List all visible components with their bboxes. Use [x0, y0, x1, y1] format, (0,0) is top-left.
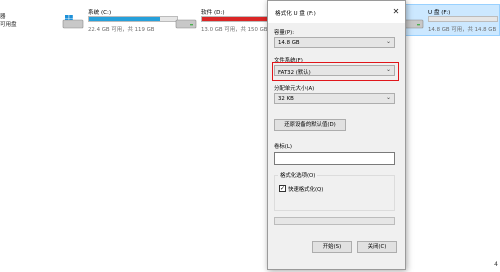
quick-format-checkbox[interactable]: ✓: [279, 185, 286, 192]
filesystem-value: FAT32 (默认): [278, 70, 311, 76]
close-icon[interactable]: ✕: [391, 7, 401, 17]
quick-format-label[interactable]: 快速格式化(Q): [288, 185, 323, 193]
chevron-down-icon: ⌄: [385, 38, 391, 45]
drive-windows-icon: [62, 15, 84, 29]
drive-f[interactable]: U 盘 (F:) 14.8 GB 可用，共 14.8 GB: [402, 8, 500, 36]
left-partial-labels: 器 可用盘: [0, 13, 17, 29]
filesystem-select[interactable]: FAT32 (默认) ⌄: [274, 65, 395, 76]
drive-c-space: 22.4 GB 可用，共 119 GB: [88, 27, 155, 33]
capacity-select[interactable]: 14.8 GB ⌄: [274, 37, 395, 48]
alloc-unit-value: 32 KB: [278, 96, 294, 102]
drive-d[interactable]: 软件 (D:) 13.0 GB 可用，共 150 GB: [175, 8, 291, 36]
format-options-label: 格式化选项(O): [278, 171, 318, 179]
close-button[interactable]: 关闭(C): [357, 241, 397, 253]
checkmark-icon: ✓: [280, 185, 286, 192]
drive-f-space: 14.8 GB 可用，共 14.8 GB: [428, 27, 497, 33]
chevron-down-icon: ⌄: [385, 94, 391, 101]
format-progress-bar: [274, 217, 395, 225]
drive-c-usage-bar: [88, 16, 178, 22]
drive-icon: [175, 19, 197, 29]
chevron-down-icon: ⌄: [385, 66, 391, 73]
drive-c-usage-fill: [89, 17, 161, 21]
dialog-titlebar[interactable]: 格式化 U 盘 (F:) ✕: [268, 1, 405, 23]
volume-label-input[interactable]: [274, 152, 395, 165]
drive-f-name: U 盘 (F:): [428, 10, 451, 16]
format-dialog: 格式化 U 盘 (F:) ✕ 容量(P): 14.8 GB ⌄ 文件系统(F) …: [267, 0, 406, 270]
dialog-title: 格式化 U 盘 (F:): [275, 11, 316, 17]
capacity-value: 14.8 GB: [278, 40, 300, 46]
start-button[interactable]: 开始(S): [312, 241, 352, 253]
format-options-group: [274, 175, 395, 211]
alloc-unit-label: 分配单元大小(A): [274, 86, 315, 92]
drive-f-usage-bar: [428, 16, 498, 22]
drive-c-name: 系统 (C:): [88, 10, 112, 16]
drive-d-space: 13.0 GB 可用，共 150 GB: [201, 27, 268, 33]
alloc-unit-select[interactable]: 32 KB ⌄: [274, 93, 395, 104]
capacity-label: 容量(P):: [274, 30, 295, 36]
drive-d-name: 软件 (D:): [201, 10, 225, 16]
corner-number: 4: [494, 261, 498, 268]
restore-defaults-button[interactable]: 还原设备的默认值(D): [274, 119, 346, 131]
volume-label-label: 卷标(L): [274, 144, 292, 150]
left-label-2: 可用盘: [0, 22, 17, 28]
left-label-1: 器: [0, 14, 6, 20]
screen: 器 可用盘 系统 (C:) 22.4 GB 可用，共 119 GB 软件 (D:…: [0, 0, 500, 272]
drive-c[interactable]: 系统 (C:) 22.4 GB 可用，共 119 GB: [62, 8, 182, 36]
